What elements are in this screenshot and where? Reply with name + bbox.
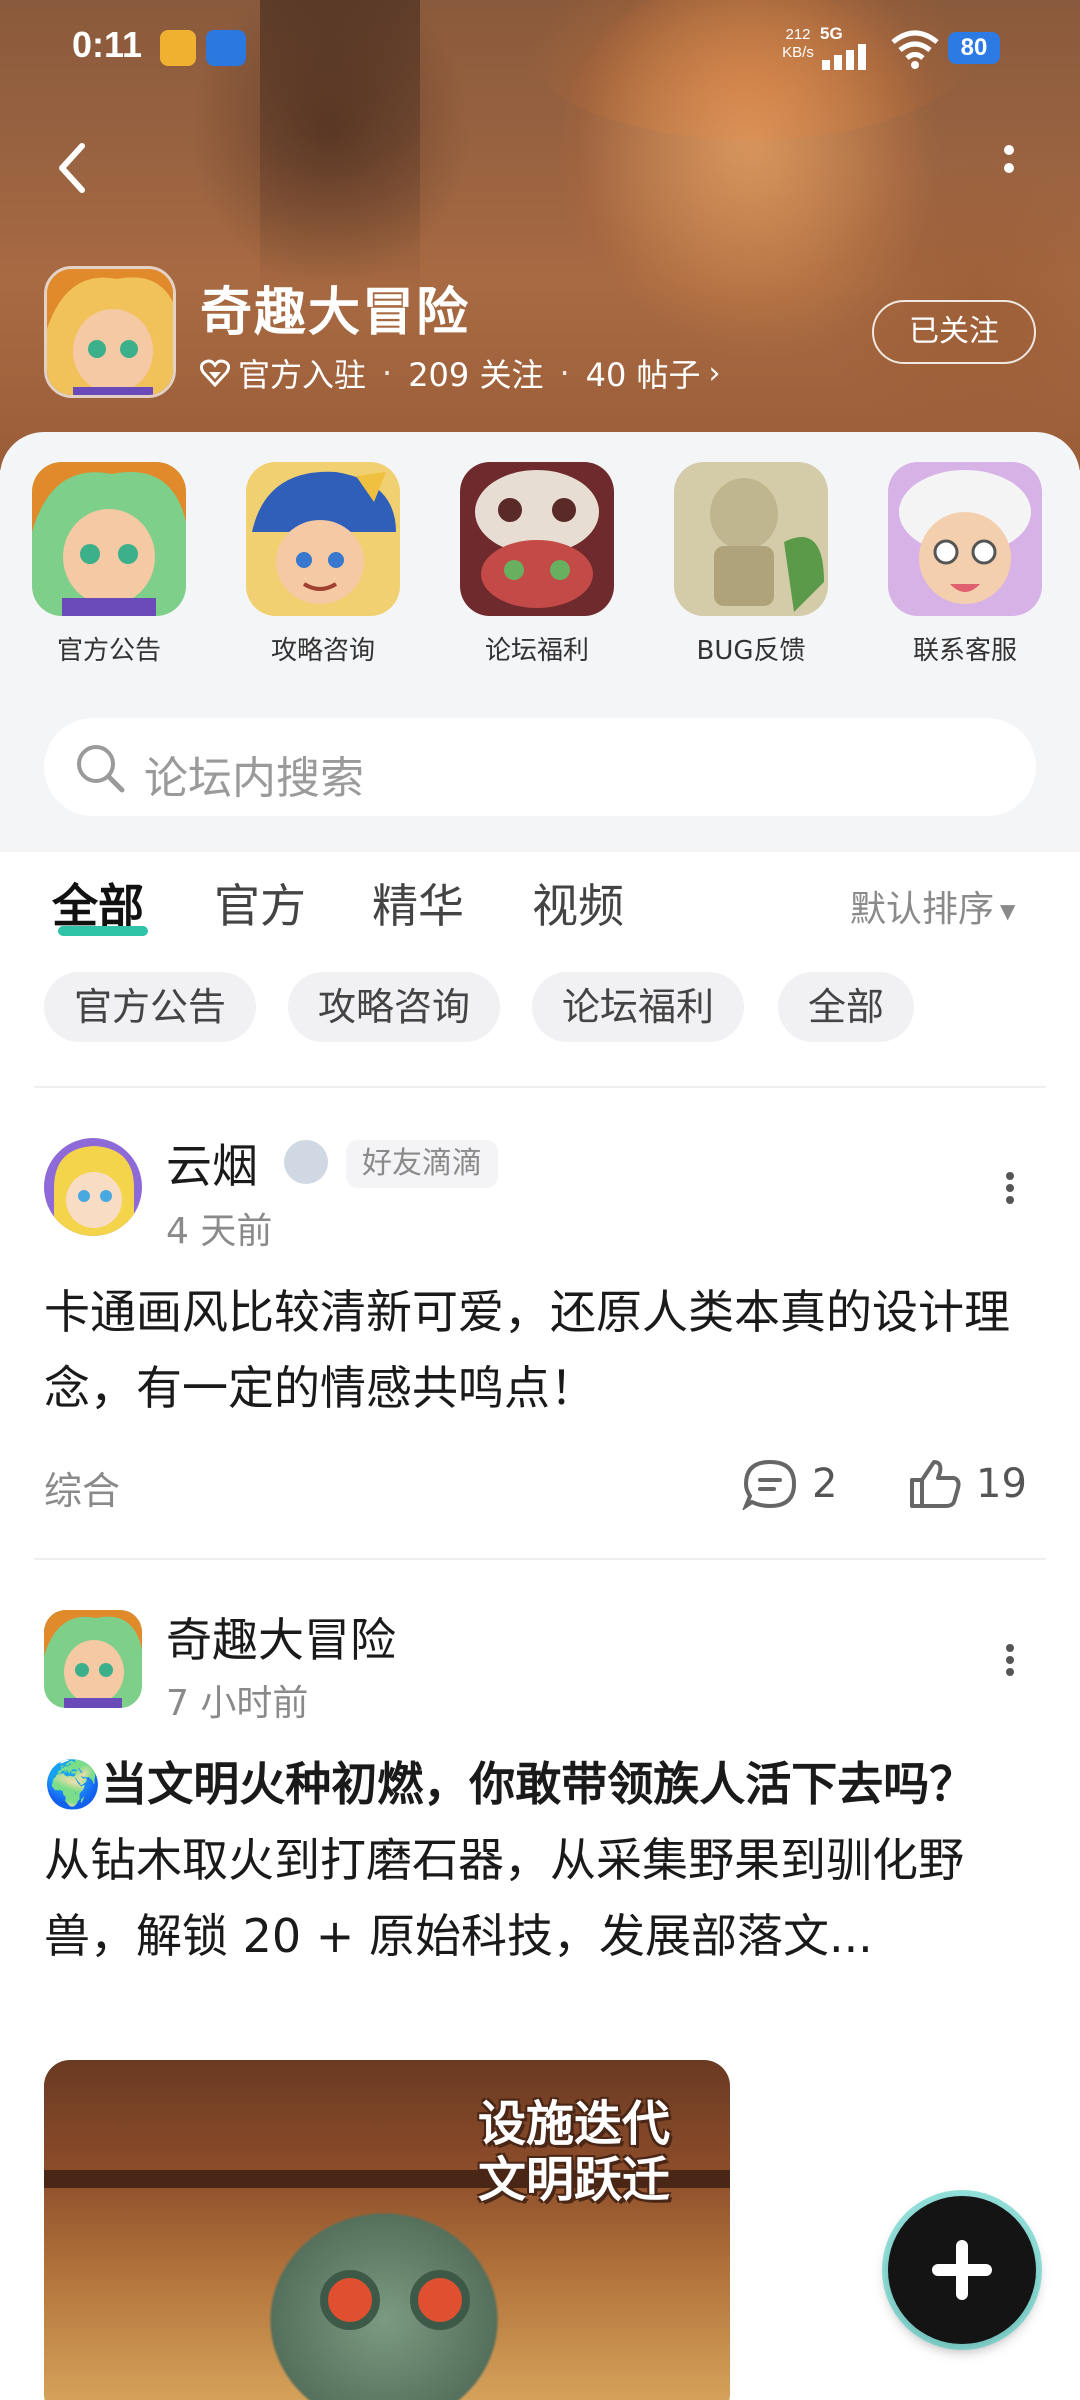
search-bar[interactable]: 论坛内搜索 xyxy=(44,718,1036,816)
image-caption: 设施迭代 文明跃迁 xyxy=(454,2096,694,2208)
sort-label: 默认排序 xyxy=(850,889,995,930)
comment-icon xyxy=(742,1459,797,1510)
wifi-icon xyxy=(891,30,939,69)
category-welfare[interactable]: 论坛福利 xyxy=(452,462,622,667)
post-tag[interactable]: 综合 xyxy=(44,1460,120,1515)
status-bar: 0:11 212 KB/s 5G 80 xyxy=(0,0,1080,100)
divider xyxy=(34,1558,1046,1560)
category-label: 论坛福利 xyxy=(484,636,589,666)
back-icon[interactable] xyxy=(44,136,100,200)
separator-dot: · xyxy=(382,354,393,392)
image-caption-line: 设施迭代 xyxy=(477,2096,670,2152)
like-count[interactable]: 19 xyxy=(908,1458,1027,1510)
chevron-right-icon[interactable]: › xyxy=(709,356,721,391)
notification-app-icon xyxy=(206,30,246,66)
chip-welfare[interactable]: 论坛福利 xyxy=(532,972,745,1042)
post-more-icon[interactable] xyxy=(990,1168,1030,1208)
posts-count[interactable]: 40 帖子 xyxy=(586,350,701,396)
category-label: 官方公告 xyxy=(56,636,161,666)
follow-button[interactable]: 已关注 xyxy=(872,300,1036,364)
statue-icon xyxy=(674,462,828,616)
thumbs-up-icon xyxy=(910,1460,961,1508)
active-tab-indicator xyxy=(58,926,148,936)
tab-video[interactable]: 视频 xyxy=(532,870,624,936)
caret-down-icon: ▼ xyxy=(1000,899,1016,923)
create-post-button[interactable] xyxy=(888,2196,1036,2344)
post-image[interactable]: 设施迭代 文明跃迁 xyxy=(44,2060,730,2400)
separator-dot: · xyxy=(559,354,570,392)
category-official-notice[interactable]: 官方公告 xyxy=(24,462,194,667)
level-badge-icon xyxy=(284,1140,328,1184)
search-icon xyxy=(77,745,125,793)
verified-label: 官方入驻 xyxy=(238,356,367,394)
notification-app-icon xyxy=(160,30,196,66)
network-speed: 212 KB/s xyxy=(782,26,814,61)
image-robot-eye xyxy=(410,2270,470,2330)
game-title: 奇趣大冒险 xyxy=(200,283,471,343)
post-excerpt: 从钻木取火到打磨石器，从采集野果到驯化野兽，解锁 20 + 原始科技，发展部落文… xyxy=(44,1833,964,1963)
avatar[interactable] xyxy=(44,1138,142,1236)
plus-icon xyxy=(956,2240,968,2300)
game-logo xyxy=(44,266,176,398)
category-label: 攻略咨询 xyxy=(270,636,375,666)
verified-heart-icon xyxy=(200,359,230,387)
post-author[interactable]: 云烟 xyxy=(166,1130,258,1196)
chip-official-notice[interactable]: 官方公告 xyxy=(44,972,257,1042)
search-input[interactable]: 论坛内搜索 xyxy=(144,742,364,806)
network-type: 5G xyxy=(820,24,843,43)
post-more-icon[interactable] xyxy=(990,1640,1030,1680)
chip-all[interactable]: 全部 xyxy=(778,972,915,1042)
avatar[interactable] xyxy=(44,1610,142,1708)
category-label: 联系客服 xyxy=(912,636,1017,666)
signal-icon xyxy=(822,44,866,70)
status-time: 0:11 xyxy=(72,24,143,65)
post-author[interactable]: 奇趣大冒险 xyxy=(166,1604,396,1670)
followers-count[interactable]: 209 关注 xyxy=(408,350,543,396)
tab-featured[interactable]: 精华 xyxy=(372,870,464,936)
chip-strategy[interactable]: 攻略咨询 xyxy=(288,972,501,1042)
game-meta: 官方入驻 · 209 关注 · 40 帖子 › xyxy=(200,350,721,396)
post-time: 7 小时前 xyxy=(166,1683,309,1724)
character-hero-icon xyxy=(32,462,186,616)
category-bug-report[interactable]: BUG反馈 xyxy=(666,462,836,667)
category-label: BUG反馈 xyxy=(696,636,806,666)
post-time: 4 天前 xyxy=(166,1211,273,1252)
sort-dropdown[interactable]: 默认排序 ▼ xyxy=(850,880,1015,932)
character-captain-icon xyxy=(246,462,400,616)
like-count-value: 19 xyxy=(976,1461,1027,1507)
tab-official[interactable]: 官方 xyxy=(214,870,306,936)
comment-count[interactable]: 2 xyxy=(742,1458,837,1510)
category-shortcuts: 官方公告 攻略咨询 论坛福利 BUG反馈 联系客服 xyxy=(0,462,1080,682)
creature-skull-icon xyxy=(460,462,614,616)
image-caption-line: 文明跃迁 xyxy=(477,2152,670,2208)
more-vertical-icon[interactable] xyxy=(984,140,1034,196)
category-strategy[interactable]: 攻略咨询 xyxy=(238,462,408,667)
post-title: 🌍当文明火种初燃，你敢带领族人活下去吗？ xyxy=(44,1757,976,1811)
post-content[interactable]: 🌍当文明火种初燃，你敢带领族人活下去吗？ 从钻木取火到打磨石器，从采集野果到驯化… xyxy=(44,1746,1044,1974)
character-scientist-icon xyxy=(888,462,1042,616)
friend-tag: 好友滴滴 xyxy=(346,1140,498,1188)
divider xyxy=(34,1086,1046,1088)
category-customer-service[interactable]: 联系客服 xyxy=(880,462,1050,667)
image-robot-eye xyxy=(320,2270,380,2330)
battery-indicator: 80 xyxy=(948,32,1000,64)
post-content[interactable]: 卡通画风比较清新可爱，还原人类本真的设计理念，有一定的情感共鸣点！ xyxy=(44,1274,1044,1426)
comment-count-value: 2 xyxy=(812,1461,838,1507)
